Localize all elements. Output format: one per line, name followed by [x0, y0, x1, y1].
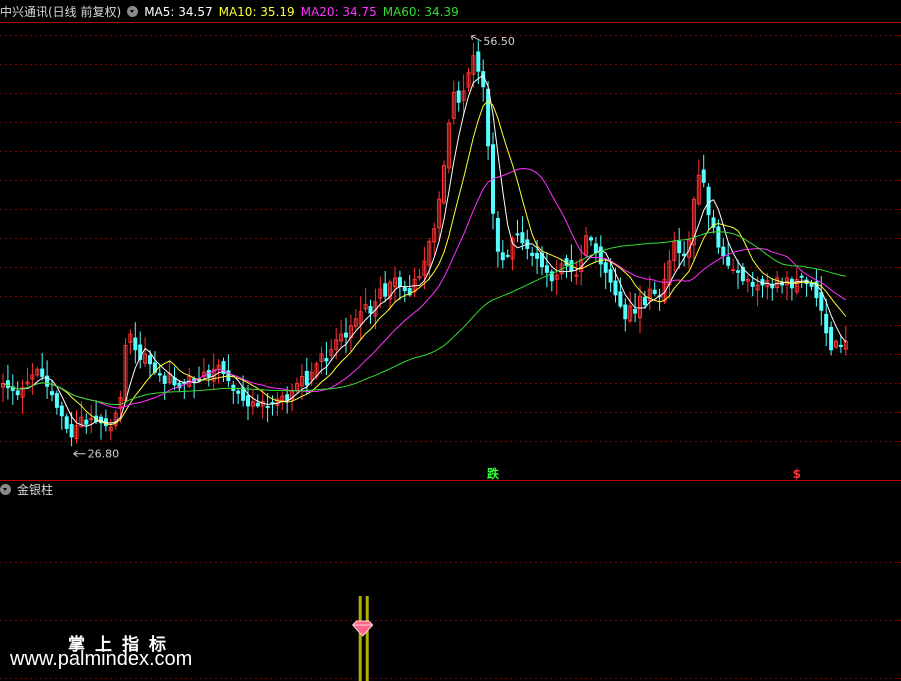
- candle-body: [613, 280, 618, 296]
- min-price-arrow: [73, 450, 86, 458]
- candle-body: [265, 405, 270, 408]
- candle-body: [589, 237, 593, 241]
- candle-body: [344, 332, 348, 338]
- candle-body: [721, 246, 726, 256]
- candle-body: [677, 240, 682, 254]
- candle-body: [530, 252, 535, 256]
- candle-body: [642, 297, 647, 306]
- candle-body: [324, 358, 329, 362]
- stock-chart: 56.50 26.80 跌 $: [0, 22, 901, 681]
- candle-body: [50, 391, 54, 396]
- candle-body: [824, 313, 829, 334]
- candle-body: [231, 384, 236, 391]
- candle-body: [255, 402, 260, 407]
- candle-body: [716, 226, 721, 248]
- candle-body: [383, 283, 388, 297]
- candle-body: [838, 344, 843, 347]
- candle-body: [701, 169, 706, 183]
- candlestick-series: [1, 40, 848, 447]
- signal-label-1: $: [793, 467, 801, 481]
- candle-body: [535, 252, 540, 259]
- candle-body: [64, 416, 69, 429]
- candle-body: [750, 281, 755, 287]
- candle-body: [89, 418, 94, 421]
- candle-body: [368, 306, 373, 314]
- candle-body: [486, 88, 491, 147]
- candle-body: [246, 395, 250, 407]
- ma-label-3: MA60: 34.39: [382, 5, 459, 19]
- candle-body: [495, 217, 500, 252]
- ma-label-2: MA20: 34.75: [300, 5, 377, 19]
- toggle-dropdown-icon[interactable]: [127, 6, 139, 17]
- candle-body: [500, 252, 505, 261]
- ma-label-0: MA5: 34.57: [144, 5, 213, 19]
- candle-body: [608, 269, 613, 283]
- candle-body: [40, 368, 45, 377]
- candle-body: [505, 254, 510, 257]
- candle-body: [633, 309, 638, 314]
- candle-body: [162, 375, 167, 384]
- candle-body: [623, 304, 628, 320]
- candle-body: [157, 373, 162, 376]
- candle-body: [304, 370, 309, 386]
- gem-icon: [352, 620, 374, 637]
- indicator-header: 金银柱: [0, 479, 59, 501]
- candle-body: [618, 291, 623, 307]
- candle-body: [598, 246, 603, 265]
- candle-body: [5, 380, 10, 389]
- stock-title: 中兴通讯(日线 前复权): [0, 5, 122, 19]
- candle-body: [397, 277, 402, 287]
- toggle-dropdown-icon[interactable]: [0, 484, 11, 495]
- chart-annotations: 56.50 26.80 跌 $: [73, 34, 801, 481]
- candle-body: [133, 337, 138, 351]
- candle-body: [59, 405, 64, 417]
- candle-body: [456, 90, 461, 103]
- ma-legend: MA5: 34.57 MA10: 35.19 MA20: 34.75 MA60: 34…: [144, 5, 465, 19]
- candle-body: [682, 253, 687, 256]
- min-price-label: 26.80: [88, 448, 120, 461]
- candle-body: [520, 232, 525, 244]
- candle-body: [736, 270, 740, 273]
- candle-body: [515, 233, 520, 236]
- indicator-panel: [352, 596, 374, 681]
- candle-body: [544, 265, 549, 273]
- candle-body: [481, 71, 486, 88]
- candle-body: [799, 275, 804, 278]
- candle-body: [15, 390, 20, 396]
- ma-label-1: MA10: 35.19: [218, 5, 295, 19]
- gold-bar: [365, 596, 369, 681]
- main-chart-header: 中兴通讯(日线 前复权) MA5: 34.57 MA10: 35.19 MA20: 3…: [0, 1, 471, 23]
- indicator-title: 金银柱: [17, 483, 54, 497]
- candle-body: [476, 51, 481, 72]
- candle-body: [148, 355, 152, 365]
- candle-body: [593, 243, 598, 254]
- candle-body: [84, 419, 89, 425]
- signal-label-0: 跌: [487, 466, 500, 481]
- candle-body: [731, 269, 736, 271]
- candle-body: [236, 390, 241, 394]
- watermark-url: www.palmindex.com: [10, 648, 193, 670]
- candle-body: [819, 292, 824, 311]
- candle-body: [829, 327, 834, 351]
- candle-body: [706, 186, 711, 216]
- candle-body: [726, 256, 731, 266]
- candle-body: [69, 423, 74, 438]
- candle-body: [402, 287, 407, 292]
- candle-body: [652, 289, 657, 294]
- candle-body: [285, 394, 290, 401]
- candle-body: [54, 393, 59, 408]
- gold-bar: [358, 596, 362, 681]
- max-price-label: 56.50: [483, 35, 515, 48]
- candle-body: [603, 262, 608, 273]
